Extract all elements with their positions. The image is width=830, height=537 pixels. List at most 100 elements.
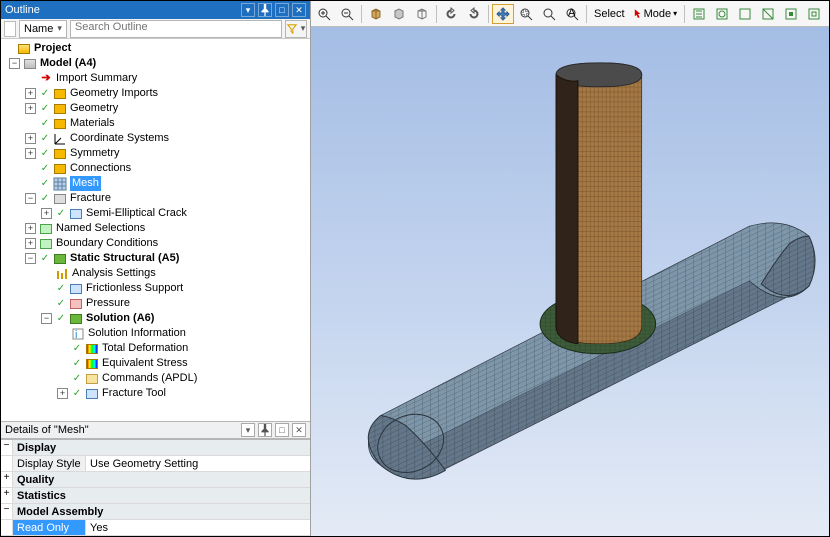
tree-connections[interactable]: ✓ Connections — [3, 161, 308, 176]
tree-sol-info[interactable]: i Solution Information — [3, 326, 308, 341]
expand-icon[interactable]: + — [1, 472, 13, 487]
tree-commands[interactable]: ✓ Commands (APDL) — [3, 371, 308, 386]
tree-total-deform[interactable]: ✓ Total Deformation — [3, 341, 308, 356]
zoom-out-button[interactable] — [336, 4, 358, 24]
undo-button[interactable] — [440, 4, 462, 24]
zoom-in-button[interactable] — [313, 4, 335, 24]
wireframe-button[interactable] — [411, 4, 433, 24]
details-dropdown-button[interactable]: ▾ — [241, 423, 255, 437]
shaded-button[interactable] — [388, 4, 410, 24]
geometry-icon — [53, 102, 67, 116]
expand-icon[interactable]: + — [57, 388, 68, 399]
zoom-box-button[interactable] — [538, 4, 560, 24]
tree-bc[interactable]: + Boundary Conditions — [3, 236, 308, 251]
expand-icon[interactable]: + — [41, 208, 52, 219]
details-title-text: Details of "Mesh" — [5, 424, 89, 436]
import-arrow-icon: ➔ — [39, 72, 53, 86]
check-icon: ✓ — [55, 283, 67, 295]
tree-frictionless[interactable]: ✓ Frictionless Support — [3, 281, 308, 296]
details-close-button[interactable]: ✕ — [292, 423, 306, 437]
outline-search-input[interactable] — [70, 20, 282, 38]
crack-icon — [69, 207, 83, 221]
tool-4-button[interactable] — [757, 4, 779, 24]
outline-search-field[interactable] — [75, 21, 277, 33]
tree-mesh[interactable]: ✓ Mesh — [3, 176, 308, 191]
expand-icon[interactable]: + — [25, 133, 36, 144]
collapse-icon[interactable]: − — [41, 313, 52, 324]
outline-pin-button[interactable] — [258, 3, 272, 17]
tree-semi-ellip[interactable]: + ✓ Semi-Elliptical Crack — [3, 206, 308, 221]
outline-filter-button[interactable] — [285, 20, 307, 38]
details-section-display[interactable]: −Display — [1, 440, 310, 456]
tree-materials[interactable]: ✓ Materials — [3, 116, 308, 131]
select-button[interactable]: Select — [590, 4, 629, 24]
zoom-fit-button[interactable] — [515, 4, 537, 24]
tool-3-button[interactable] — [734, 4, 756, 24]
tree-coord-sys[interactable]: + ✓ Coordinate Systems — [3, 131, 308, 146]
tree-solution[interactable]: − ✓ Solution (A6) — [3, 311, 308, 326]
expand-icon[interactable]: + — [25, 223, 36, 234]
redo-button[interactable] — [463, 4, 485, 24]
connections-icon — [53, 162, 67, 176]
model-icon — [23, 57, 37, 71]
collapse-icon[interactable]: − — [25, 253, 36, 264]
sol-info-icon: i — [71, 327, 85, 341]
tool-1-button[interactable] — [688, 4, 710, 24]
graphics-viewport[interactable] — [311, 27, 829, 536]
tree-named-sel[interactable]: + Named Selections — [3, 221, 308, 236]
collapse-icon[interactable]: − — [1, 440, 13, 455]
collapse-icon[interactable]: − — [9, 58, 20, 69]
details-section-quality[interactable]: +Quality — [1, 472, 310, 488]
tree-project[interactable]: Project — [3, 41, 308, 56]
outline-dropdown-button[interactable]: ▾ — [241, 3, 255, 17]
details-row-read-only[interactable]: Read OnlyYes — [1, 520, 310, 536]
tree-analysis-settings[interactable]: Analysis Settings — [3, 266, 308, 281]
tool-5-button[interactable] — [780, 4, 802, 24]
outline-name-dropdown[interactable]: Name — [19, 20, 67, 38]
check-icon: ✓ — [39, 193, 51, 205]
expand-icon[interactable]: + — [25, 238, 36, 249]
tree-geometry[interactable]: + ✓ Geometry — [3, 101, 308, 116]
expand-icon[interactable]: + — [25, 103, 36, 114]
zoom-all-button[interactable]: A — [561, 4, 583, 24]
details-pin-button[interactable] — [258, 423, 272, 437]
box-button[interactable] — [365, 4, 387, 24]
mode-button[interactable]: Mode▾ — [630, 4, 682, 24]
svg-text:A: A — [568, 7, 576, 19]
outline-item-icon — [4, 21, 16, 37]
tree-geom-imports[interactable]: + ✓ Geometry Imports — [3, 86, 308, 101]
tree-pressure[interactable]: ✓ Pressure — [3, 296, 308, 311]
check-icon: ✓ — [55, 298, 67, 310]
pan-button[interactable] — [492, 4, 514, 24]
collapse-icon[interactable]: − — [1, 504, 13, 519]
check-icon: ✓ — [39, 148, 51, 160]
tool-2-button[interactable] — [711, 4, 733, 24]
expand-icon[interactable]: + — [25, 148, 36, 159]
details-maximize-button[interactable]: □ — [275, 423, 289, 437]
outline-maximize-button[interactable]: □ — [275, 3, 289, 17]
tree-import-summary[interactable]: ➔ Import Summary — [3, 71, 308, 86]
tree-symmetry[interactable]: + ✓ Symmetry — [3, 146, 308, 161]
pressure-icon — [69, 297, 83, 311]
tree-model[interactable]: − Model (A4) — [3, 56, 308, 71]
expand-icon[interactable]: + — [1, 488, 13, 503]
tree-fracture-tool[interactable]: + ✓ Fracture Tool — [3, 386, 308, 401]
materials-icon — [53, 117, 67, 131]
static-struct-icon — [53, 252, 67, 266]
bc-icon — [39, 237, 53, 251]
details-row-display-style[interactable]: Display StyleUse Geometry Setting — [1, 456, 310, 472]
tree-fracture[interactable]: − ✓ Fracture — [3, 191, 308, 206]
details-grid[interactable]: −Display Display StyleUse Geometry Setti… — [1, 439, 310, 536]
collapse-icon[interactable]: − — [25, 193, 36, 204]
details-section-statistics[interactable]: +Statistics — [1, 488, 310, 504]
expand-icon[interactable]: + — [25, 88, 36, 99]
outline-close-button[interactable]: ✕ — [292, 3, 306, 17]
tool-6-button[interactable] — [803, 4, 825, 24]
outline-tree[interactable]: Project − Model (A4) ➔ Import Summary + … — [1, 39, 310, 421]
outline-title-text: Outline — [5, 1, 40, 19]
tree-equiv-stress[interactable]: ✓ Equivalent Stress — [3, 356, 308, 371]
check-icon: ✓ — [39, 118, 51, 130]
details-section-model-assembly[interactable]: −Model Assembly — [1, 504, 310, 520]
check-icon: ✓ — [55, 208, 67, 220]
tree-static-struct[interactable]: − ✓ Static Structural (A5) — [3, 251, 308, 266]
